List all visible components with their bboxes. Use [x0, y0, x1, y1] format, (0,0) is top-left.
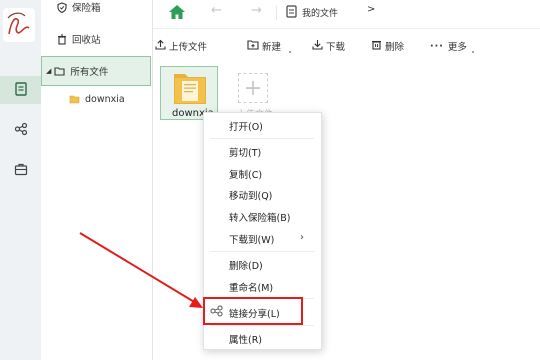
menu-item-delete[interactable]: 删除(D) [229, 258, 263, 272]
plus-icon: + [243, 75, 263, 101]
highlight-box [203, 297, 303, 325]
forward-button[interactable]: → [251, 3, 267, 21]
menu-item-copy[interactable]: 复制(C) [229, 167, 262, 181]
breadcrumb[interactable]: 我的文件 [302, 6, 338, 19]
menu-item-properties[interactable]: 属性(R) [229, 332, 262, 346]
download-button[interactable]: 下载 [312, 39, 345, 53]
menu-separator [210, 138, 314, 139]
trash-icon [57, 33, 67, 45]
menu-item-cut[interactable]: 剪切(T) [229, 145, 261, 159]
back-button[interactable]: ← [211, 3, 227, 21]
new-folder-icon [247, 39, 262, 53]
new-label: 新建 [262, 42, 282, 53]
divider [276, 6, 277, 20]
more-label: 更多 [447, 42, 467, 53]
rail-files-button[interactable] [0, 76, 41, 104]
home-icon [168, 5, 186, 23]
new-button[interactable]: 新建 [247, 39, 281, 53]
home-button[interactable] [168, 4, 188, 22]
more-button[interactable]: ··· 更多 [430, 39, 467, 54]
toolbox-icon [14, 162, 28, 179]
tree-item-label: 回收站 [72, 35, 101, 46]
upload-icon [155, 39, 169, 53]
folder-tree-panel [41, 0, 153, 360]
share-icon [14, 122, 28, 139]
download-icon [312, 39, 326, 53]
tree-item-label: 保险箱 [72, 3, 101, 14]
upload-label: 上传文件 [169, 42, 208, 53]
breadcrumb-chevron[interactable]: > [367, 4, 375, 15]
menu-item-download-to[interactable]: 下载到(W) [229, 232, 274, 246]
arrow-right-icon: → [251, 3, 262, 18]
delete-label: 删除 [385, 42, 405, 53]
more-dots-icon: ··· [430, 40, 444, 52]
dropdown-dot-icon [289, 51, 291, 53]
submenu-arrow-icon: › [300, 232, 304, 243]
menu-item-to-vault[interactable]: 转入保险箱(B) [229, 210, 290, 224]
upload-tile[interactable]: + [238, 73, 268, 103]
rail-toolbox-button[interactable] [0, 156, 41, 184]
shield-icon [57, 1, 67, 13]
menu-item-move[interactable]: 移动到(Q) [229, 188, 272, 202]
document-icon [286, 5, 297, 21]
rail-share-button[interactable] [0, 116, 41, 144]
tree-item-label: downxia [85, 93, 125, 105]
menu-separator [210, 251, 314, 252]
dropdown-dot-icon [472, 51, 474, 53]
avatar[interactable] [3, 8, 35, 42]
download-label: 下载 [326, 42, 346, 53]
tree-item-label: 所有文件 [70, 67, 109, 78]
folder-icon [69, 94, 80, 104]
menu-item-rename[interactable]: 重命名(M) [229, 280, 273, 294]
expand-triangle-icon: ◢ [46, 67, 52, 75]
trash-icon [371, 39, 385, 53]
upload-button[interactable]: 上传文件 [155, 39, 207, 53]
folder-icon [172, 66, 208, 109]
arrow-left-icon: ← [211, 3, 222, 18]
tree-item-all-files[interactable]: ◢ 所有文件 [41, 56, 151, 86]
document-icon [14, 81, 28, 99]
menu-item-open[interactable]: 打开(O) [229, 119, 263, 133]
tree-item-vault[interactable]: 保险箱 [41, 0, 152, 18]
folder-outline-icon [54, 66, 65, 76]
menu-separator [210, 325, 314, 326]
tree-item-recycle-bin[interactable]: 回收站 [41, 28, 152, 50]
delete-button[interactable]: 删除 [371, 39, 404, 53]
tree-item-downxia[interactable]: downxia [41, 88, 152, 110]
